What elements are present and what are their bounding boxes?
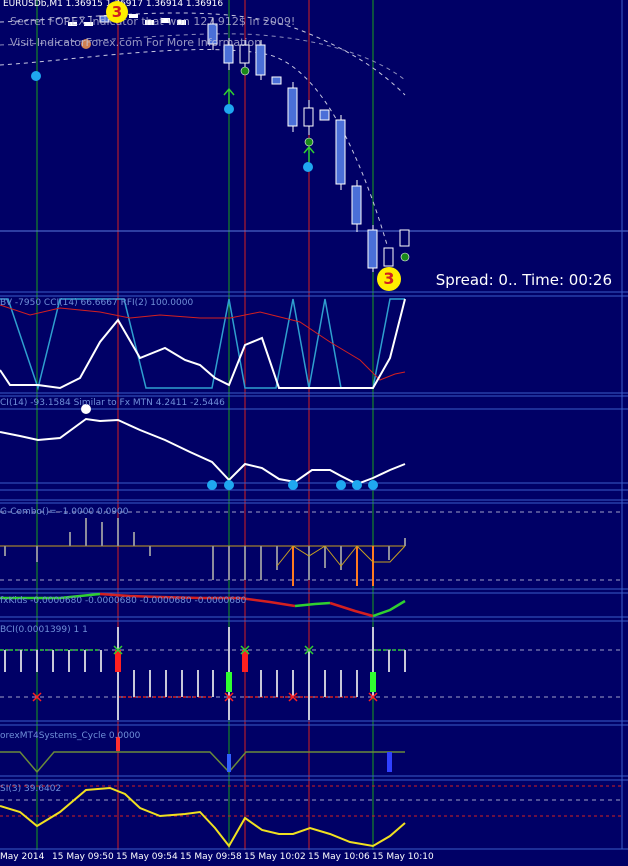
signal-marker-3-bottom: 3 — [377, 267, 401, 291]
panel-label-bci: BCI(0.0001399) 1 1 — [0, 625, 88, 635]
time-label: 15 May 09:54 — [116, 852, 178, 862]
panel-label-cci: BV -7950 CCI(14) 66.6667 RFI(2) 100.0000 — [0, 298, 194, 308]
si-panel — [0, 786, 406, 848]
signal-lines — [36, 0, 374, 850]
cci-panel — [0, 298, 406, 391]
similar-fx-panel — [0, 404, 406, 490]
time-label: 15 May 10:10 — [372, 852, 434, 862]
overlay-ad-line-2: Visit IndicatorForex.com For More Inform… — [10, 36, 262, 49]
band-lower — [0, 49, 391, 256]
time-label: 15 May 10:06 — [308, 852, 370, 862]
spread-time-label: Spread: 0.. Time: 00:26 — [435, 271, 612, 289]
time-label: 15 May 09:50 — [52, 852, 114, 862]
panel-frames — [0, 0, 628, 850]
panel-label-fxkids: fxKids -0.0000680 -0.0000680 -0.0000680 … — [0, 596, 247, 606]
green-circles — [240, 66, 410, 262]
time-label: 15 May 09:58 — [180, 852, 242, 862]
panel-label-similar-fx: CI(14) -93.1584 Similar to Fx MTN 4.2411… — [0, 398, 225, 408]
panel-label-si: SI(3) 39.6402 — [0, 784, 62, 794]
price-window — [0, 12, 628, 272]
candles — [68, 14, 410, 272]
signal-marker-3-top: 3 — [106, 1, 128, 23]
bci-panel — [0, 627, 406, 720]
arrow-markers — [223, 87, 315, 162]
overlay-ad-line-1: Secret FOREX Indicator that won 127,912$… — [10, 15, 296, 28]
gcombo-panel — [0, 518, 406, 586]
time-label: 15 May 10:02 — [244, 852, 306, 862]
time-label: May 2014 — [0, 852, 45, 862]
cycle-panel — [0, 737, 405, 774]
red-dashed-levels — [0, 785, 622, 817]
panel-label-gcombo: G-Combo()= -1.0000 0.0900 — [0, 507, 129, 517]
panel-label-cycle: orexMT4Systems_Cycle 0.0000 — [0, 731, 141, 741]
